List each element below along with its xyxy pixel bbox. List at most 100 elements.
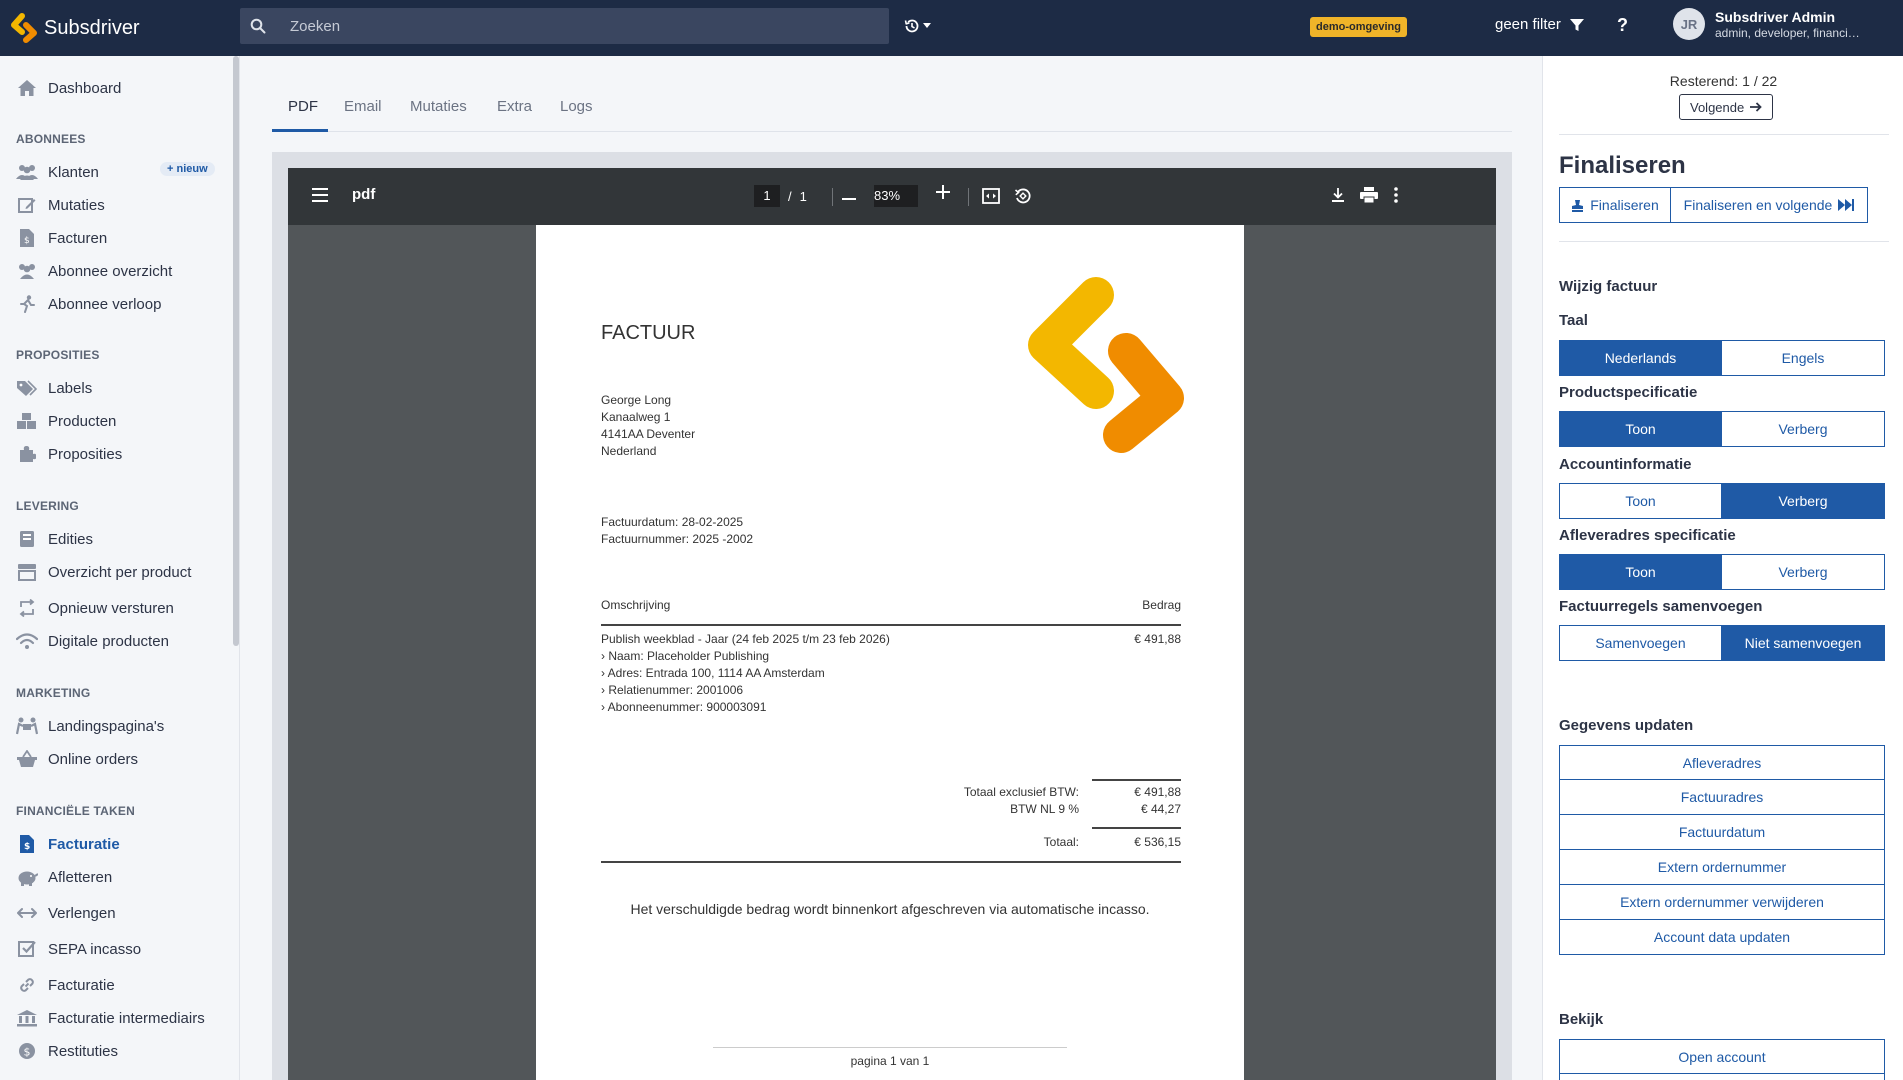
sidebar-item-abonnee-verloop[interactable]: Abonnee verloop [16,292,161,316]
table-header-rule [601,624,1181,626]
external-order-number-button[interactable]: Extern ordernummer [1559,850,1885,885]
next-button[interactable]: Volgende [1679,94,1774,120]
home-icon [16,78,38,98]
page-footer: pagina 1 van 1 [850,1054,930,1068]
tab-extra[interactable]: Extra [497,92,532,132]
sidebar-item-label: SEPA incasso [48,940,142,958]
sidebar-item-proposities[interactable]: Proposities [16,442,122,466]
sidebar-item-label: Abonnee verloop [48,295,162,313]
section-marketing: MARKETING [16,686,91,700]
merge-lines-toggle: Samenvoegen Niet samenvoegen [1559,625,1885,661]
tab-pdf[interactable]: PDF [272,92,328,132]
no-merge-lines-button[interactable]: Niet samenvoegen [1722,625,1885,661]
more-options-button[interactable] [1394,187,1398,203]
account-info-show-button[interactable]: Toon [1559,483,1722,519]
panel-divider [1559,241,1889,242]
update-account-data-button[interactable]: Account data updaten [1559,920,1885,955]
view-button-partial[interactable] [1559,1074,1885,1080]
sidebar-item-landingspaginas[interactable]: Landingspagina's [16,714,164,738]
pdf-document-area[interactable]: FACTUUR George Long Kanaalweg 1 4141AA D… [288,225,1496,1080]
sidebar-item-online-orders[interactable]: Online orders [16,747,138,771]
print-button[interactable] [1360,187,1378,203]
zoom-in-button[interactable] [936,185,950,199]
puzzle-icon [16,444,38,464]
sidebar-item-afletteren[interactable]: Afletteren [16,865,112,889]
merge-lines-button[interactable]: Samenvoegen [1559,625,1722,661]
language-en-button[interactable]: Engels [1722,340,1885,376]
sidebar-item-label: Abonnee overzicht [48,262,173,280]
menu-button[interactable] [312,188,328,202]
history-dropdown-button[interactable] [903,14,935,38]
delivery-spec-hide-button[interactable]: Verberg [1722,554,1885,590]
sidebar-item-digitale-producten[interactable]: Digitale producten [16,629,169,653]
sidebar-item-mutaties[interactable]: Mutaties [16,193,105,217]
caret-down-icon [923,23,931,28]
sidebar-item-dashboard[interactable]: Dashboard [16,76,121,100]
search-bar[interactable] [240,8,889,44]
language-toggle: Nederlands Engels [1559,340,1885,376]
sidebar-item-label: Verlengen [48,904,116,922]
delivery-spec-show-button[interactable]: Toon [1559,554,1722,590]
rotate-button[interactable] [1014,187,1032,205]
sidebar-item-restituties[interactable]: $ Restituties [16,1039,118,1063]
book-icon [16,529,38,549]
address-block: George Long Kanaalweg 1 4141AA Deventer … [601,392,695,460]
filter-button[interactable]: geen filter [1495,16,1585,33]
search-input[interactable] [276,8,889,44]
zoom-level[interactable]: 83% [874,185,918,207]
tab-email[interactable]: Email [344,92,382,132]
account-info-hide-button[interactable]: Verberg [1722,483,1885,519]
tab-bar: PDF Email Mutaties Extra Logs [272,92,1512,132]
update-invoice-date-button[interactable]: Factuurdatum [1559,815,1885,850]
sidebar-item-overzicht-per-product[interactable]: Overzicht per product [16,560,191,584]
tab-mutaties[interactable]: Mutaties [410,92,467,132]
product-spec-show-button[interactable]: Toon [1559,411,1722,447]
sidebar-item-label: Edities [48,530,94,548]
sidebar-item-facturatie[interactable]: $ Facturatie [16,832,120,856]
fit-page-button[interactable] [982,188,1000,204]
people-carry-icon [16,716,38,736]
sidebar-item-klanten[interactable]: Klanten [16,160,99,184]
remove-external-order-number-button[interactable]: Extern ordernummer verwijderen [1559,885,1885,920]
brand[interactable]: Subsdriver [10,13,140,43]
subsdriver-logo-icon [11,13,37,43]
sidebar-item-facturatie-link[interactable]: Facturatie [16,973,115,997]
finalize-button[interactable]: Finaliseren [1559,187,1671,223]
line-description: Publish weekblad - Jaar (24 feb 2025 t/m… [601,632,890,646]
tab-logs[interactable]: Logs [560,92,593,132]
environment-badge: demo-omgeving [1310,17,1407,37]
view-heading: Bekijk [1559,1011,1604,1028]
sidebar-item-abonnee-overzicht[interactable]: Abonnee overzicht [16,259,172,283]
sidebar-item-opnieuw-versturen[interactable]: Opnieuw versturen [16,596,174,620]
page-number-input[interactable]: 1 [754,185,780,207]
language-nl-button[interactable]: Nederlands [1559,340,1722,376]
sidebar-item-sepa-incasso[interactable]: SEPA incasso [16,937,141,961]
user-menu[interactable]: JR Subsdriver Admin admin, developer, fi… [1673,8,1865,40]
sidebar-item-facturatie-intermediairs[interactable]: Facturatie intermediairs [16,1006,205,1030]
help-button[interactable]: ? [1617,15,1628,36]
update-delivery-address-button[interactable]: Afleveradres [1559,745,1885,780]
edit-icon [16,195,38,215]
product-spec-label: Productspecificatie [1559,384,1698,401]
coin-return-icon: $ [16,1041,38,1061]
user-name: Subsdriver Admin [1715,8,1836,25]
sidebar-item-label: Facturen [48,229,108,247]
running-icon [16,294,38,314]
product-spec-hide-button[interactable]: Verberg [1722,411,1885,447]
update-data-heading: Gegevens updaten [1559,717,1694,734]
sidebar-item-facturen[interactable]: $ Facturen [16,226,107,250]
zoom-out-button[interactable] [842,192,856,206]
sidebar-item-verlengen[interactable]: Verlengen [16,901,116,925]
update-invoice-address-button[interactable]: Factuuradres [1559,780,1885,815]
sidebar-item-edities[interactable]: Edities [16,527,93,551]
link-icon [16,975,38,995]
download-button[interactable] [1330,187,1346,203]
sidebar-item-producten[interactable]: Producten [16,409,116,433]
sidebar-scrollbar[interactable] [233,56,239,646]
new-customer-button[interactable]: + nieuw [160,162,215,176]
page-separator: / [788,188,792,204]
open-account-button[interactable]: Open account [1559,1039,1885,1074]
sidebar-item-labels[interactable]: Labels [16,376,92,400]
finalize-next-button[interactable]: Finaliseren en volgende [1671,187,1868,223]
section-levering: LEVERING [16,499,79,513]
